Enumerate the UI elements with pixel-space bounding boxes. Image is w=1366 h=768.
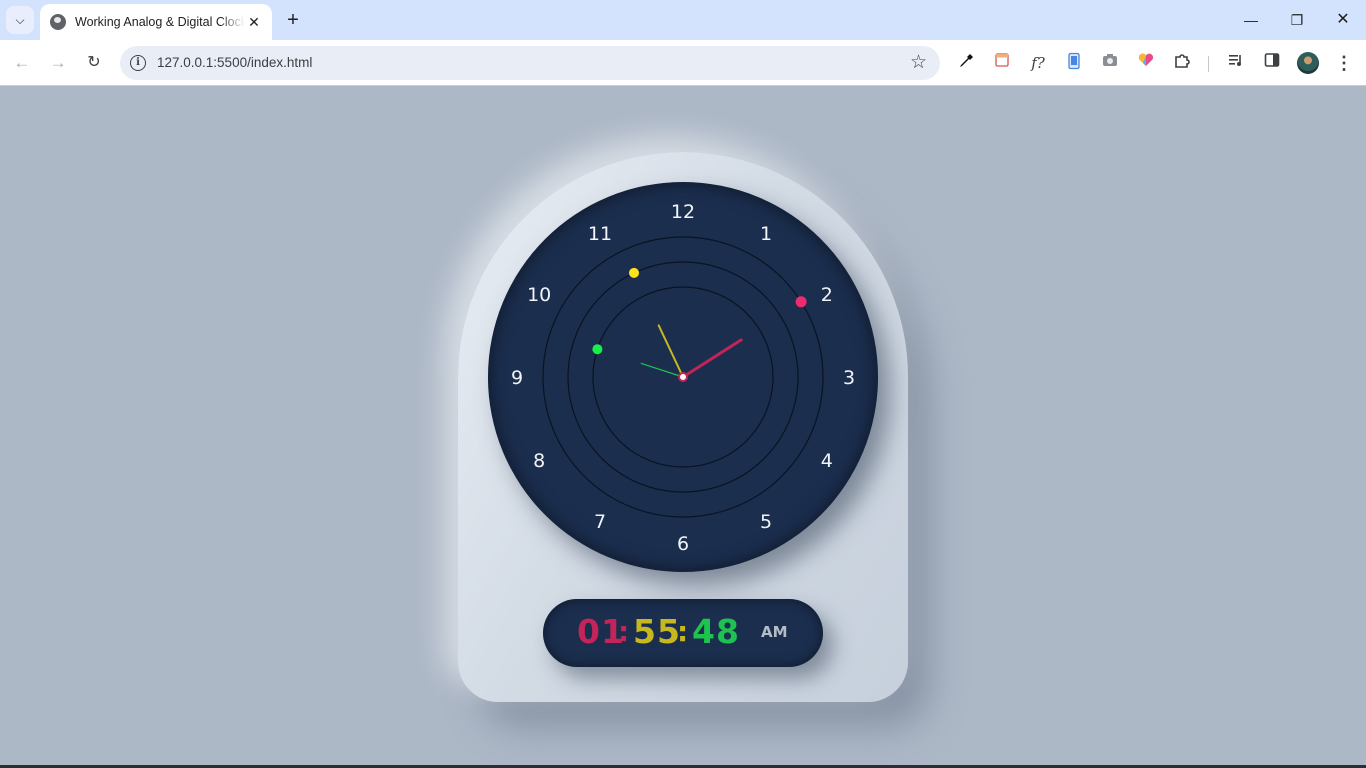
hour-hand xyxy=(681,338,743,379)
avatar[interactable] xyxy=(1297,52,1319,74)
clock-numeral: 2 xyxy=(821,284,833,306)
kebab-menu-icon[interactable]: ⋮ xyxy=(1333,52,1355,74)
digital-minutes: 55 xyxy=(633,612,681,651)
heart-icon[interactable] xyxy=(1135,52,1157,74)
minute-hand xyxy=(657,324,684,378)
clock-case: 12 1 2 3 4 5 6 7 8 9 10 11 01 : 55 : 48 AM xyxy=(458,152,908,702)
close-window-icon[interactable]: ✕ xyxy=(1331,8,1355,32)
clock-numeral: 4 xyxy=(821,450,833,472)
clock-numeral: 1 xyxy=(760,223,772,245)
clock-numeral: 5 xyxy=(760,511,772,533)
analog-clock-face: 12 1 2 3 4 5 6 7 8 9 10 11 xyxy=(488,182,878,572)
analog-clock-svg: 121234567891011 xyxy=(511,201,855,555)
media-icon[interactable] xyxy=(1225,52,1247,74)
tab-strip: ⌵ Working Analog & Digital Clock ✕ + — ❐… xyxy=(0,0,1366,40)
calendar-icon[interactable] xyxy=(991,52,1013,74)
tab-search-icon[interactable]: ⌵ xyxy=(6,6,34,34)
ampm-indicator: AM xyxy=(761,623,788,641)
clock-numeral: 10 xyxy=(527,284,551,306)
clock-numeral: 11 xyxy=(588,223,612,245)
minute-dot xyxy=(629,267,639,278)
tab-title: Working Analog & Digital Clock xyxy=(75,15,245,29)
font-detect-icon[interactable]: f? xyxy=(1027,52,1049,74)
digital-colon: : xyxy=(677,615,690,648)
globe-icon xyxy=(50,14,66,30)
address-bar[interactable]: i 127.0.0.1:5500/index.html ☆ xyxy=(120,46,940,80)
clock-numeral: 12 xyxy=(671,201,695,223)
puzzle-icon[interactable] xyxy=(1171,52,1193,74)
back-arrow-icon[interactable]: ← xyxy=(10,51,34,75)
center-pin xyxy=(678,372,688,382)
eyedropper-icon[interactable] xyxy=(955,52,977,74)
hour-dot xyxy=(795,296,807,308)
clock-numeral: 8 xyxy=(533,450,545,472)
plus-icon[interactable]: + xyxy=(282,8,304,32)
device-icon[interactable] xyxy=(1063,52,1085,74)
info-icon[interactable]: i xyxy=(130,55,146,71)
digital-colon: : xyxy=(618,615,631,648)
url-text[interactable]: 127.0.0.1:5500/index.html xyxy=(157,55,312,70)
digital-clock: 01 : 55 : 48 AM xyxy=(543,599,823,667)
restore-icon[interactable]: ❐ xyxy=(1285,8,1309,32)
digital-seconds: 48 xyxy=(692,612,740,651)
minimize-icon[interactable]: — xyxy=(1239,8,1263,32)
sidepanel-icon[interactable] xyxy=(1261,52,1283,74)
reload-icon[interactable]: ↻ xyxy=(82,51,106,75)
clock-numeral: 6 xyxy=(677,533,689,555)
tab-active[interactable]: Working Analog & Digital Clock ✕ xyxy=(40,4,272,40)
forward-arrow-icon[interactable]: → xyxy=(46,51,70,75)
browser-toolbar: ← → ↻ i 127.0.0.1:5500/index.html ☆ f? ⋮ xyxy=(0,40,1366,86)
star-icon[interactable]: ☆ xyxy=(910,51,927,74)
clock-numeral: 3 xyxy=(843,367,855,389)
clock-numeral: 9 xyxy=(511,367,523,389)
close-icon[interactable]: ✕ xyxy=(246,14,262,31)
toolbar-separator xyxy=(1208,56,1209,72)
clock-numeral: 7 xyxy=(594,511,606,533)
second-dot xyxy=(592,344,603,355)
camera-icon[interactable] xyxy=(1099,52,1121,74)
